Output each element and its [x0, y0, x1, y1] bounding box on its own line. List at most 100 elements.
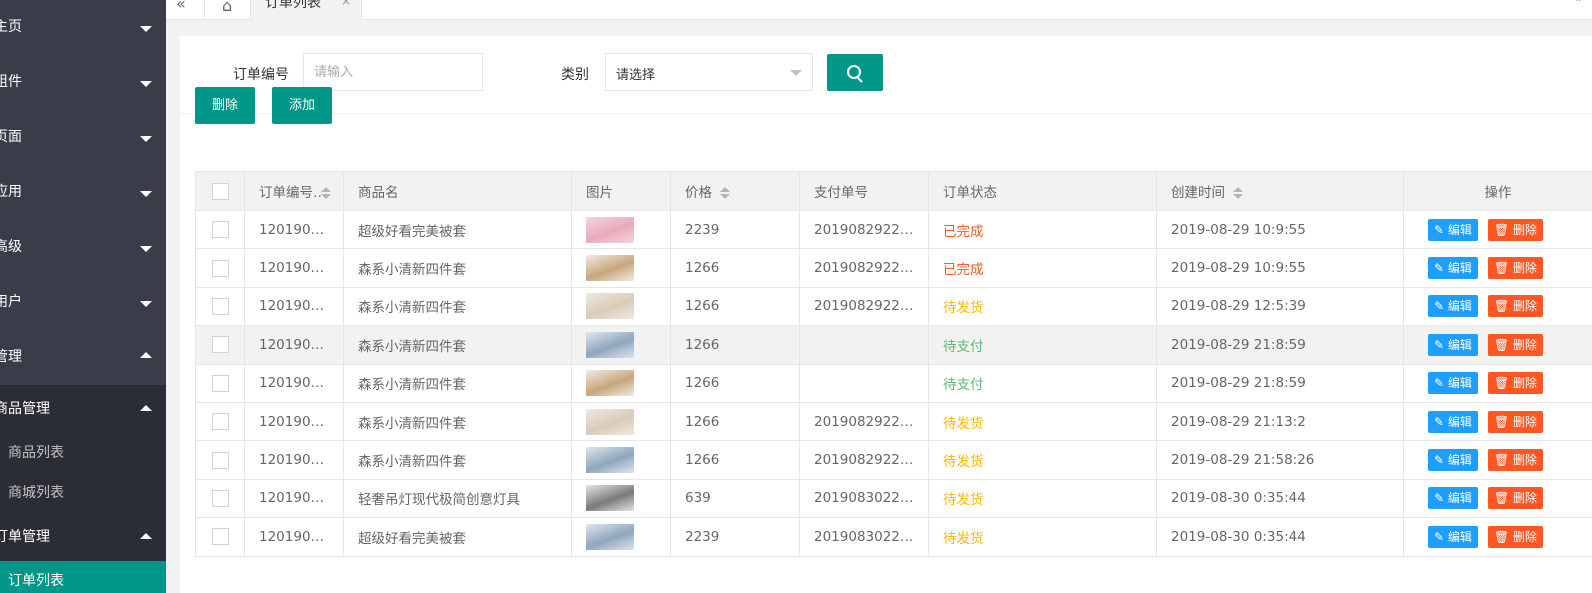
delete-button[interactable]: 🗑 删除 [1487, 372, 1543, 395]
delete-button[interactable]: 🗑 删除 [1487, 333, 1543, 356]
table-row: 1201908… 轻奢吊灯现代极简创意灯具 639 20190830220… 待发货 20… [195, 478, 1592, 519]
row-checkbox[interactable] [211, 451, 229, 469]
caret-up-icon [140, 533, 152, 539]
trash-icon: 🗑 [1493, 299, 1513, 314]
sort-icon[interactable] [1233, 186, 1243, 200]
cell-name: 森系小清新四件套 [343, 440, 572, 480]
delete-label: 删除 [1512, 299, 1537, 314]
row-checkbox[interactable] [211, 297, 229, 315]
caret-up-icon [140, 352, 152, 358]
delete-button[interactable]: 🗑 删除 [1487, 487, 1543, 510]
cell-price: 1266 [670, 363, 800, 403]
nav-item-goods-list[interactable]: 商品列表 [0, 433, 166, 473]
nav-item-goods-management[interactable]: 商品管理 [0, 385, 166, 433]
cell-name: 超级好看完美被套 [343, 517, 572, 557]
column-header-label: 商品名 [358, 185, 399, 201]
edit-button[interactable]: ✎ 编辑 [1428, 487, 1478, 510]
edit-button[interactable]: ✎ 编辑 [1428, 525, 1478, 548]
edit-button[interactable]: ✎ 编辑 [1428, 218, 1478, 241]
cell-created: 2019-08-29 21:13:2 [1156, 401, 1404, 442]
cell-actions: ✎ 编辑 🗑 删除 [1403, 248, 1592, 288]
edit-button[interactable]: ✎ 编辑 [1428, 295, 1478, 318]
edit-label: 编辑 [1447, 414, 1472, 429]
nav-item-apps[interactable]: 应用 [0, 165, 166, 220]
row-checkbox[interactable] [211, 259, 229, 277]
column-header-label: 操作 [1484, 185, 1512, 201]
nav-item-order-list[interactable]: 订单列表 [0, 561, 166, 593]
product-thumbnail [586, 485, 634, 512]
caret-down-icon [140, 301, 152, 307]
sort-icon[interactable] [720, 186, 730, 200]
sidebar: 主页 组件 页面 应用 高级 用户 管理 商品管理 商品列表 商城列表 订单管理… [0, 0, 166, 593]
category-select[interactable]: 请选择 [605, 53, 813, 91]
col-pay-no: 支付单号 [799, 171, 929, 211]
delete-button[interactable]: 🗑 删除 [1487, 257, 1543, 280]
cell-status: 已完成 [928, 248, 1157, 288]
edit-button[interactable]: ✎ 编辑 [1428, 257, 1478, 280]
cell-image [571, 325, 671, 365]
row-checkbox[interactable] [211, 221, 229, 239]
row-checkbox[interactable] [211, 336, 229, 354]
delete-button[interactable]: 🗑 删除 [1487, 295, 1543, 318]
add-button[interactable]: 添加 [272, 87, 333, 124]
row-checkbox[interactable] [211, 528, 229, 546]
delete-label: 删除 [1512, 222, 1537, 237]
header-checkbox-cell [195, 171, 245, 211]
delete-label: 删除 [1512, 529, 1537, 544]
nav-item-label: 应用 [0, 184, 22, 200]
trash-icon: 🗑 [1493, 222, 1513, 237]
cell-price: 1266 [670, 325, 800, 365]
cell-name: 轻奢吊灯现代极简创意灯具 [343, 478, 572, 519]
nav-item-management[interactable]: 管理 [0, 330, 166, 385]
delete-button[interactable]: 🗑 删除 [1487, 449, 1543, 472]
column-header-label: 订单编号 [259, 185, 313, 201]
home-icon[interactable]: ⌂ [222, 0, 232, 15]
nav-item-home[interactable]: 主页 [0, 0, 166, 55]
nav-item-users[interactable]: 用户 [0, 275, 166, 330]
collapse-left-icon[interactable]: « [176, 0, 198, 13]
search-button[interactable] [827, 54, 883, 91]
row-checkbox[interactable] [211, 374, 229, 392]
nav-item-order-management[interactable]: 订单管理 [0, 513, 166, 561]
batch-delete-button[interactable]: 删除 [195, 87, 256, 124]
col-created[interactable]: 创建时间 [1156, 171, 1404, 211]
delete-button[interactable]: 🗑 删除 [1487, 525, 1543, 548]
cell-order-no: 1201908… [244, 209, 344, 250]
cell-actions: ✎ 编辑 🗑 删除 [1403, 209, 1592, 250]
col-order-no[interactable]: 订单编号 [244, 171, 344, 211]
scroll-right-icon[interactable]: » [1575, 0, 1584, 6]
filter-bar: 订单编号 类别 请选择 [180, 36, 1592, 114]
caret-down-icon [140, 136, 152, 142]
nav-item-components[interactable]: 组件 [0, 55, 166, 110]
table-row: 1201908… 超级好看完美被套 2239 20190830220… 待发货 2019-… [195, 517, 1592, 557]
caret-down-icon [140, 81, 152, 87]
close-icon[interactable]: × [341, 0, 351, 8]
cell-created: 2019-08-29 21:8:59 [1156, 325, 1404, 365]
nav-item-mall-list[interactable]: 商城列表 [0, 473, 166, 513]
cell-name: 森系小清新四件套 [343, 248, 572, 288]
category-select-value: 请选择 [616, 68, 656, 83]
cell-actions: ✎ 编辑 🗑 删除 [1403, 363, 1592, 403]
edit-button[interactable]: ✎ 编辑 [1428, 333, 1478, 356]
delete-label: 删除 [1512, 261, 1537, 276]
edit-button[interactable]: ✎ 编辑 [1428, 449, 1478, 472]
col-price[interactable]: 价格 [670, 171, 800, 211]
edit-button[interactable]: ✎ 编辑 [1428, 410, 1478, 433]
cell-image [571, 209, 671, 250]
tab-order-list[interactable]: 订单列表 × [250, 0, 362, 20]
row-checkbox[interactable] [211, 413, 229, 431]
nav-item-advanced[interactable]: 高级 [0, 220, 166, 275]
delete-button[interactable]: 🗑 删除 [1487, 218, 1543, 241]
nav-item-pages[interactable]: 页面 [0, 110, 166, 165]
cell-name: 森系小清新四件套 [343, 401, 572, 442]
edit-button[interactable]: ✎ 编辑 [1428, 372, 1478, 395]
table-row: 1201908… 森系小清新四件套 1266 待支付 2019-08-29 21:8:5… [195, 325, 1592, 365]
select-all-checkbox[interactable] [211, 182, 229, 200]
category-label: 类别 [561, 67, 589, 83]
chevron-down-icon [790, 70, 802, 76]
cell-image [571, 248, 671, 288]
order-no-input[interactable] [303, 53, 483, 91]
delete-button[interactable]: 🗑 删除 [1487, 410, 1543, 433]
row-checkbox-cell [195, 517, 245, 557]
row-checkbox[interactable] [211, 489, 229, 507]
